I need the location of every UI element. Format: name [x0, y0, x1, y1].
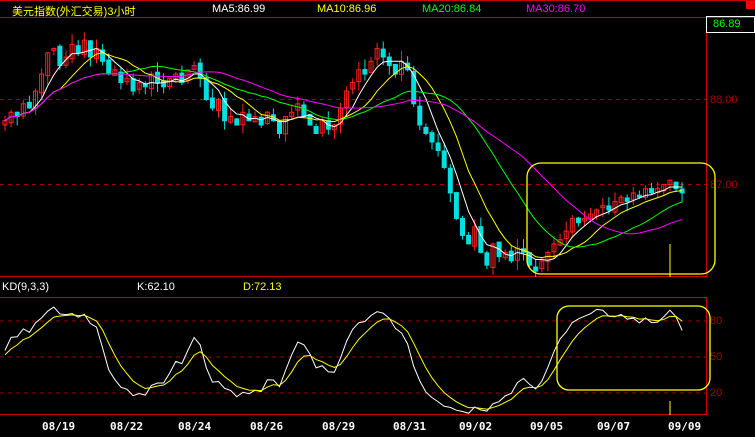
candle-down: [533, 266, 539, 272]
candle-down: [197, 62, 203, 79]
candle-down: [380, 48, 386, 58]
candle-down: [453, 192, 459, 219]
candle-down: [673, 181, 679, 190]
ma5-line: [4, 48, 683, 261]
candle-down: [26, 101, 32, 109]
candle-down: [75, 45, 81, 54]
candle-down: [484, 252, 490, 266]
candle-down: [234, 118, 240, 126]
candle-down: [466, 234, 472, 245]
candle-down: [460, 217, 465, 236]
candle-down: [258, 116, 264, 126]
candle-down: [624, 197, 630, 202]
candle-down: [301, 104, 307, 118]
candle-down: [246, 113, 252, 122]
candle-down: [606, 205, 612, 211]
candle-down: [411, 70, 417, 105]
candle-down: [649, 188, 655, 194]
candle-down: [313, 126, 319, 134]
candle-down: [277, 120, 282, 134]
candle-down: [429, 132, 435, 143]
candle-down: [209, 97, 215, 109]
candle-down: [423, 126, 429, 134]
chart-canvas: [0, 32, 716, 415]
candle-down: [478, 226, 484, 253]
candle-down: [417, 105, 423, 126]
candle-down: [575, 217, 581, 224]
candle-down: [435, 142, 441, 151]
candle-down: [106, 59, 112, 75]
candle-down: [441, 150, 447, 168]
candle-down: [527, 252, 533, 266]
candle-down: [362, 69, 368, 75]
candle-down: [130, 78, 136, 92]
ma30-line: [4, 71, 683, 235]
candle-down: [161, 80, 167, 88]
ma10-line: [4, 52, 683, 259]
candle-down: [57, 45, 63, 67]
candle-down: [636, 194, 642, 198]
candle-down: [87, 40, 93, 58]
candle-down: [447, 167, 453, 194]
candle-down: [203, 77, 209, 101]
